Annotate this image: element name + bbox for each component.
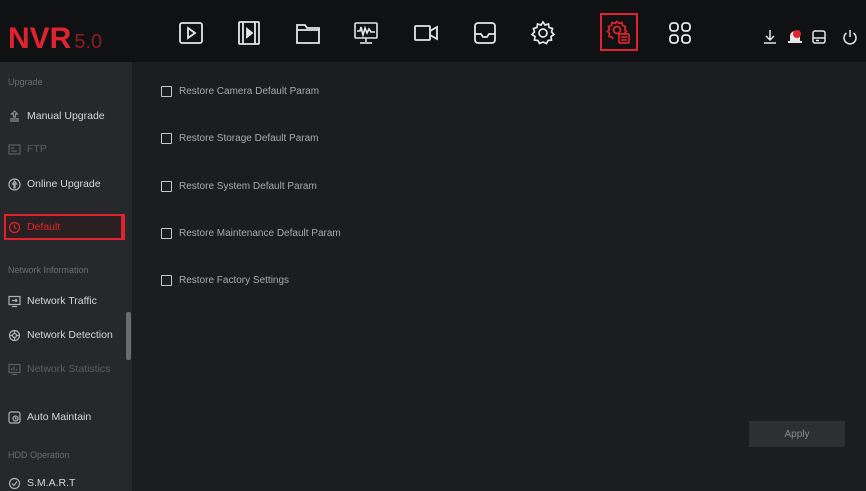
checkbox[interactable] <box>161 86 172 97</box>
top-navigation-bar: NVR 5.0 <box>0 0 866 62</box>
option-label: Restore Storage Default Param <box>179 133 319 144</box>
sidebar-item-auto-maintain[interactable]: Auto Maintain <box>8 407 91 427</box>
disk-icon[interactable] <box>810 28 828 46</box>
network-traffic-icon <box>8 295 21 308</box>
network-detection-icon <box>8 329 21 342</box>
restore-system-default-option[interactable]: Restore System Default Param <box>161 181 317 192</box>
apply-button[interactable]: Apply <box>749 421 845 447</box>
sidebar-item-network-statistics[interactable]: Network Statistics <box>8 359 110 379</box>
upgrade-icon <box>8 109 21 123</box>
sidebar-section-upgrade: Upgrade <box>8 77 43 87</box>
restore-maintenance-default-option[interactable]: Restore Maintenance Default Param <box>161 228 341 239</box>
sidebar-item-manual-upgrade[interactable]: Manual Upgrade <box>8 106 105 126</box>
alarm-icon[interactable] <box>786 28 804 46</box>
download-icon[interactable] <box>761 28 779 46</box>
camera-icon[interactable] <box>410 17 442 49</box>
storage-tray-icon[interactable] <box>469 17 501 49</box>
checkbox[interactable] <box>161 133 172 144</box>
smart-icon <box>8 477 21 490</box>
system-maintenance-icon[interactable] <box>600 13 638 51</box>
main-panel: Restore Camera Default Param Restore Sto… <box>132 62 866 491</box>
sidebar-item-smart[interactable]: S.M.A.R.T <box>8 473 75 491</box>
option-label: Restore Factory Settings <box>179 275 290 286</box>
online-upgrade-icon <box>8 177 21 191</box>
sidebar-item-label: Network Traffic <box>27 295 97 307</box>
sidebar-item-label: FTP <box>27 143 47 155</box>
sidebar-item-label: S.M.A.R.T <box>27 477 76 489</box>
playback-icon[interactable] <box>175 17 207 49</box>
sidebar-item-network-detection[interactable]: Network Detection <box>8 325 113 345</box>
sidebar-item-label: Default <box>27 221 61 233</box>
checkbox[interactable] <box>161 275 172 286</box>
option-label: Restore Camera Default Param <box>179 86 320 97</box>
sidebar-item-label: Network Detection <box>27 329 113 341</box>
sidebar-section-network-information: Network Information <box>8 265 89 275</box>
power-icon[interactable] <box>841 28 859 46</box>
sidebar-scrollbar[interactable] <box>126 312 131 360</box>
sidebar-item-label: Auto Maintain <box>27 411 92 423</box>
sidebar-item-default[interactable]: Default <box>4 214 125 240</box>
file-folder-icon[interactable] <box>292 17 324 49</box>
network-statistics-icon <box>8 363 21 376</box>
sidebar-item-ftp[interactable]: FTP <box>8 139 47 159</box>
logo-version: 5.0 <box>74 31 103 53</box>
auto-maintain-icon <box>8 410 21 424</box>
logo-brand: NVR <box>8 22 72 55</box>
sidebar: Upgrade Manual Upgrade FTP Online Upgrad… <box>0 62 132 491</box>
option-label: Restore Maintenance Default Param <box>179 228 341 239</box>
sidebar-item-label: Network Statistics <box>27 363 111 375</box>
checkbox[interactable] <box>161 181 172 192</box>
apps-grid-icon[interactable] <box>664 17 696 49</box>
monitor-waveform-icon[interactable] <box>350 17 382 49</box>
ftp-icon <box>8 143 21 156</box>
sidebar-item-online-upgrade[interactable]: Online Upgrade <box>8 174 101 194</box>
sidebar-item-label: Manual Upgrade <box>27 110 105 122</box>
default-restore-icon <box>8 221 21 234</box>
restore-factory-settings-option[interactable]: Restore Factory Settings <box>161 275 289 286</box>
checkbox[interactable] <box>161 228 172 239</box>
video-clip-icon[interactable] <box>233 17 265 49</box>
sidebar-item-label: Online Upgrade <box>27 178 101 190</box>
option-label: Restore System Default Param <box>179 181 317 192</box>
sidebar-item-network-traffic[interactable]: Network Traffic <box>8 291 97 311</box>
restore-camera-default-option[interactable]: Restore Camera Default Param <box>161 86 319 97</box>
sidebar-section-hdd-operation: HDD Operation <box>8 450 70 460</box>
nvr-logo: NVR 5.0 <box>8 22 102 56</box>
settings-gear-icon[interactable] <box>527 17 559 49</box>
restore-storage-default-option[interactable]: Restore Storage Default Param <box>161 133 319 144</box>
